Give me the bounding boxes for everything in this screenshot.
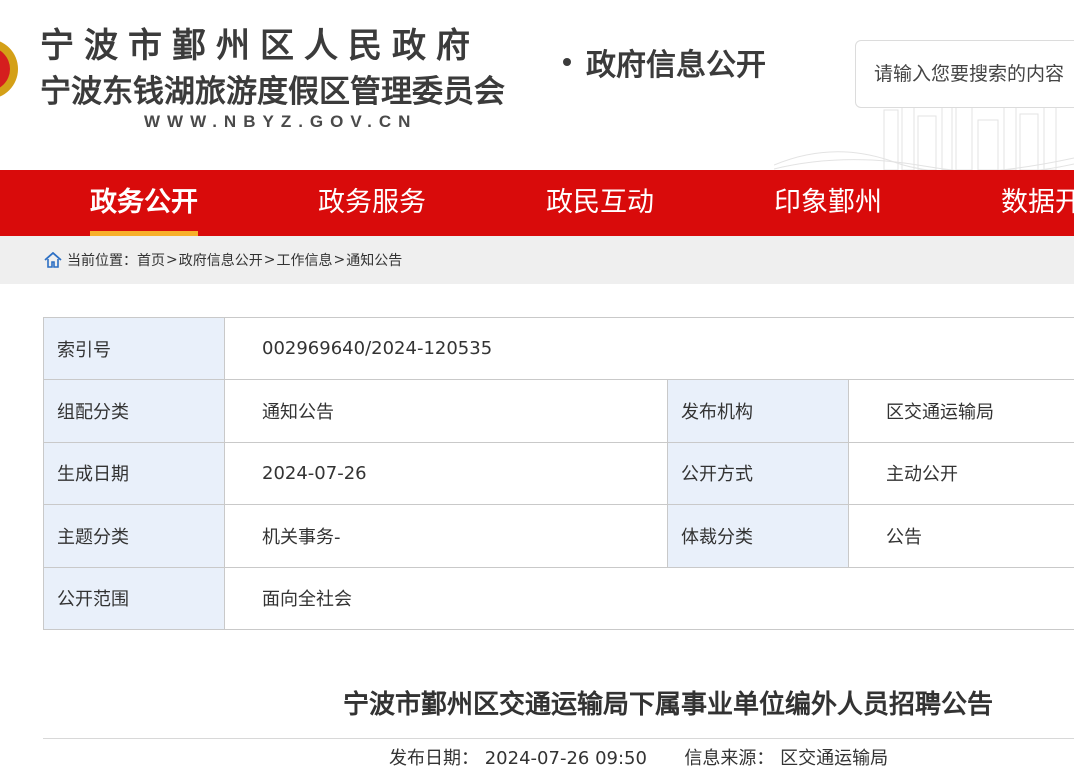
search-box[interactable]: [855, 40, 1074, 108]
breadcrumb: 当前位置： 首页 > 政府信息公开 > 工作信息 > 通知公告: [0, 236, 1074, 284]
breadcrumb-prefix: 当前位置：: [67, 253, 137, 269]
table-row: 组配分类 通知公告 发布机构 区交通运输局: [43, 379, 1074, 443]
genre-value: 公告: [847, 504, 1074, 568]
nav-item-impression-yinzhou[interactable]: 印象鄞州: [774, 170, 882, 236]
site-header: 宁波市鄞州区人民政府 宁波东钱湖旅游度假区管理委员会 WWW.NBYZ.GOV.…: [0, 0, 1074, 170]
table-row: 生成日期 2024-07-26 公开方式 主动公开: [43, 441, 1074, 506]
document-info-table: 索引号 002969640/2024-120535 组配分类 通知公告 发布机构…: [43, 316, 1074, 630]
main-nav: 政务公开 政务服务 政民互动 印象鄞州 数据开放: [0, 170, 1074, 236]
gov-name-primary: 宁波市鄞州区人民政府: [40, 26, 480, 66]
gov-name-secondary: 宁波东钱湖旅游度假区管理委员会: [40, 74, 505, 110]
nav-item-gov-affairs-open[interactable]: 政务公开: [90, 170, 198, 236]
site-url: WWW.NBYZ.GOV.CN: [144, 112, 418, 131]
section-name: 政府信息公开: [586, 48, 766, 83]
publisher-value: 区交通运输局: [847, 379, 1074, 443]
publish-date-value: 2024-07-26 09:50: [484, 748, 647, 769]
publisher-label: 发布机构: [667, 379, 849, 443]
index-no-label: 索引号: [43, 316, 225, 381]
publish-date-label: 发布日期：: [389, 748, 479, 769]
created-date-label: 生成日期: [43, 441, 225, 506]
divider: [43, 738, 1074, 739]
nav-item-data-open[interactable]: 数据开放: [1001, 170, 1074, 236]
table-row: 公开范围 面向全社会: [43, 566, 1074, 630]
home-icon: [44, 252, 62, 268]
category-label: 组配分类: [43, 379, 225, 443]
index-no-value: 002969640/2024-120535: [223, 316, 1074, 381]
article-title: 宁波市鄞州区交通运输局下属事业单位编外人员招聘公告: [342, 690, 993, 720]
genre-label: 体裁分类: [667, 504, 849, 568]
breadcrumb-item-notices[interactable]: 通知公告: [346, 250, 402, 270]
breadcrumb-item-work-info[interactable]: 工作信息: [276, 250, 332, 270]
search-input[interactable]: [874, 63, 1074, 85]
scope-value: 面向全社会: [223, 566, 1074, 630]
breadcrumb-separator: >: [263, 252, 276, 268]
topic-label: 主题分类: [43, 504, 225, 568]
national-emblem-icon: [0, 41, 18, 97]
section-bullet: [563, 58, 571, 66]
breadcrumb-item-gov-info-open[interactable]: 政府信息公开: [179, 250, 263, 270]
table-row: 主题分类 机关事务- 体裁分类 公告: [43, 504, 1074, 568]
scope-label: 公开范围: [43, 566, 225, 630]
nav-item-public-interaction[interactable]: 政民互动: [546, 170, 654, 236]
breadcrumb-separator: >: [333, 252, 346, 268]
breadcrumb-item-home[interactable]: 首页: [137, 250, 165, 270]
source-label: 信息来源：: [684, 748, 775, 769]
nav-item-gov-services[interactable]: 政务服务: [318, 170, 426, 236]
breadcrumb-separator: >: [166, 252, 178, 268]
created-date-value: 2024-07-26: [224, 441, 668, 506]
article-meta: 发布日期： 2024-07-26 09:50 信息来源： 区交通运输局: [389, 744, 888, 770]
table-row: 索引号 002969640/2024-120535: [43, 316, 1074, 381]
source-value: 区交通运输局: [780, 748, 889, 769]
open-method-value: 主动公开: [847, 441, 1074, 506]
open-method-label: 公开方式: [667, 441, 849, 506]
category-value: 通知公告: [224, 379, 668, 443]
topic-value: 机关事务-: [224, 504, 668, 568]
